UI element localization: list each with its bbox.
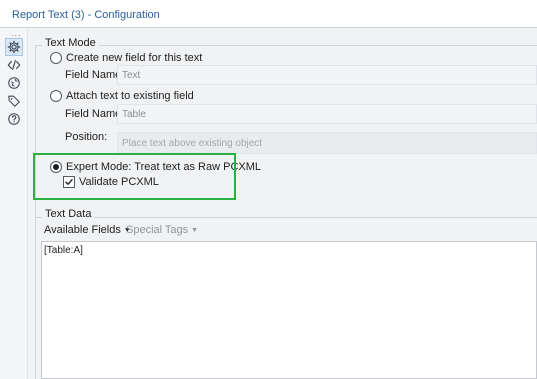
validate-pcxml-checkbox[interactable] — [63, 176, 75, 188]
new-field-name-label: Field Name: — [65, 69, 125, 81]
create-new-field-label: Create new field for this text — [66, 52, 203, 64]
expert-mode-label: Expert Mode: Treat text as Raw PCXML — [66, 161, 262, 173]
new-field-name-input[interactable]: Text — [117, 65, 537, 85]
text-mode-legend: Text Mode — [42, 37, 99, 49]
position-label: Position: — [65, 131, 108, 143]
window-title: Report Text (3) - Configuration — [12, 9, 160, 21]
existing-field-name-label: Field Name: — [65, 108, 125, 120]
available-fields-dropdown[interactable]: Available Fields ▼ — [44, 224, 131, 236]
globe-icon[interactable] — [5, 74, 23, 92]
text-data-editor[interactable]: [Table:A] — [41, 241, 537, 379]
create-new-field-radio[interactable] — [50, 52, 62, 64]
attach-existing-field-radio[interactable] — [50, 90, 62, 102]
tag-icon[interactable] — [5, 92, 23, 110]
tool-rail: ... — [0, 28, 28, 379]
title-bar: Report Text (3) - Configuration — [0, 0, 537, 28]
existing-field-name-select[interactable]: Table — [117, 104, 537, 124]
code-icon[interactable] — [5, 56, 23, 74]
chevron-down-icon: ▼ — [191, 227, 199, 234]
attach-existing-field-label: Attach text to existing field — [66, 90, 194, 102]
expert-mode-radio[interactable] — [50, 161, 62, 173]
position-select[interactable]: Place text above existing object — [117, 132, 537, 154]
available-fields-label: Available Fields — [44, 224, 121, 236]
rail-overflow-dots[interactable]: ... — [11, 28, 22, 38]
special-tags-label: Special Tags — [126, 224, 189, 236]
gear-icon[interactable] — [5, 38, 23, 56]
text-data-legend: Text Data — [42, 208, 95, 220]
special-tags-dropdown[interactable]: Special Tags ▼ — [126, 224, 198, 236]
validate-pcxml-label: Validate PCXML — [79, 176, 159, 188]
help-icon[interactable] — [5, 110, 23, 128]
editor-content: [Table:A] — [44, 245, 83, 256]
configuration-panel: Text Mode Create new field for this text… — [28, 28, 537, 379]
